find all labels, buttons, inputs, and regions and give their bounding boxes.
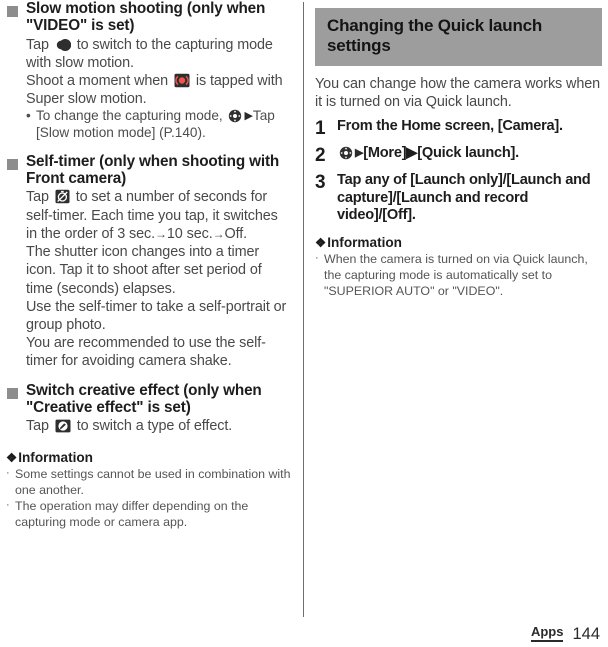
self-timer-paragraph-4: You are recommended to use the self-time… (26, 335, 266, 370)
paragraph-text-d: Off. (224, 225, 248, 242)
creative-effect-icon (55, 419, 71, 433)
slow-motion-icon (55, 38, 71, 52)
settings-dial-icon (339, 146, 353, 160)
information-heading-label: Information (327, 235, 402, 251)
footer-page-number: 144 (572, 624, 600, 643)
arrow-right-icon: → (155, 226, 167, 241)
arrow-right-icon: → (212, 226, 225, 241)
step-number: 2 (315, 145, 326, 167)
super-slow-motion-icon (174, 73, 190, 88)
information-heading-label: Information (18, 450, 93, 466)
manual-page: Slow motion shooting (only when "VIDEO" … (0, 0, 608, 647)
self-timer-icon (55, 189, 70, 204)
step-text: From the Home screen, [Camera]. (337, 118, 563, 135)
step-text: ▶[More]▶[Quick launch]. (337, 145, 602, 162)
information-list-item: · When the camera is turned on via Quick… (315, 251, 602, 299)
information-heading-left: ❖ Information (6, 450, 292, 465)
section-title: Switch creative effect (only when "Creat… (26, 381, 262, 416)
step-text-label: [More]▶[Quick launch]. (363, 145, 519, 162)
section-switch-creative-effect: Switch creative effect (only when "Creat… (6, 382, 292, 417)
information-item-text: The operation may differ depending on th… (15, 499, 249, 530)
step-item-3: 3 Tap any of [Launch only]/[Launch and c… (315, 172, 602, 224)
square-bullet-icon (7, 158, 18, 170)
information-heading-right: ❖ Information (315, 235, 602, 250)
bullet-dot: · (315, 252, 319, 265)
section-self-timer: Self-timer (only when shooting with Fron… (6, 153, 292, 188)
bullet-dot: • (26, 108, 31, 124)
section-title: Slow motion shooting (only when "VIDEO" … (26, 0, 266, 35)
bullet-dot: · (6, 467, 10, 480)
sub-bullet-text: To change the capturing mode, ▶Tap [Slow… (36, 108, 292, 141)
page-footer: Apps 144 (530, 624, 600, 643)
bullet-dot: · (6, 499, 10, 512)
sub-bullet-text-pre: To change the capturing mode, (36, 108, 227, 124)
information-list-item: · The operation may differ depending on … (6, 498, 292, 530)
self-timer-paragraph-2: The shutter icon changes into a timer ic… (26, 244, 262, 297)
information-item-text: Some settings cannot be used in combinat… (15, 467, 291, 498)
section-intro-text: You can change how the camera works when… (315, 75, 601, 111)
square-bullet-icon (7, 387, 18, 399)
right-column: Changing the Quick launch settings You c… (307, 0, 608, 299)
arrow-right-icon: ▶ (355, 147, 364, 160)
settings-dial-icon (228, 109, 242, 123)
slow-motion-sub-bullet: • To change the capturing mode, ▶Tap [Sl… (26, 108, 292, 141)
step-item-1: 1 From the Home screen, [Camera]. (315, 118, 602, 138)
column-divider (303, 2, 304, 617)
left-column: Slow motion shooting (only when "VIDEO" … (0, 0, 300, 530)
paragraph-text-pre: Shoot a moment when (26, 73, 172, 89)
step-number: 1 (315, 118, 326, 140)
self-timer-paragraph-3: Use the self-timer to take a self-portra… (26, 298, 287, 333)
step-number: 3 (315, 172, 326, 194)
slow-motion-paragraph-1: Tap to switch to the capturing mode with… (26, 36, 292, 72)
paragraph-text-pre: Tap (26, 418, 53, 435)
information-item-text: When the camera is turned on via Quick l… (324, 252, 588, 299)
self-timer-paragraph-1: Tap to set a number of seconds for self-… (26, 188, 292, 243)
paragraph-text-post: to switch a type of effect. (72, 418, 233, 435)
arrow-right-icon: ▶ (244, 110, 253, 123)
paragraph-text-pre: Tap (26, 189, 53, 206)
step-text: Tap any of [Launch only]/[Launch and cap… (337, 172, 591, 224)
diamond-flourish-icon: ❖ (6, 451, 18, 466)
section-title: Self-timer (only when shooting with Fron… (26, 152, 280, 188)
diamond-flourish-icon: ❖ (315, 236, 327, 251)
footer-section-label: Apps (530, 624, 564, 642)
section-slow-motion-shooting: Slow motion shooting (only when "VIDEO" … (6, 0, 292, 35)
square-bullet-icon (7, 6, 18, 17)
section-banner-title: Changing the Quick launch settings (315, 8, 602, 66)
paragraph-text-pre: Tap (26, 36, 53, 53)
slow-motion-paragraph-2: Shoot a moment when is tapped with Super… (26, 72, 292, 108)
information-list-item: · Some settings cannot be used in combin… (6, 466, 292, 498)
creative-effect-paragraph: Tap to switch a type of effect. (26, 417, 292, 435)
paragraph-text-c: 10 sec. (166, 225, 213, 242)
step-item-2: 2 ▶[More]▶[Quick launch]. (315, 145, 602, 165)
